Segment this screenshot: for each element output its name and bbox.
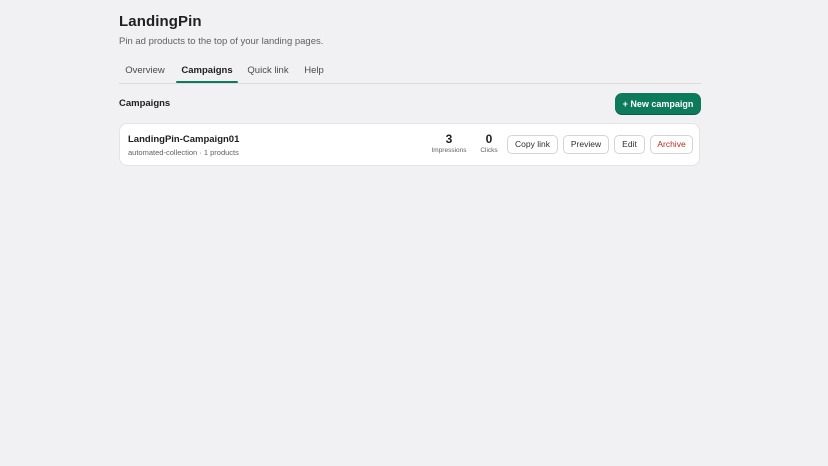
edit-button[interactable]: Edit <box>614 135 645 154</box>
impressions-value: 3 <box>445 132 453 146</box>
archive-button[interactable]: Archive <box>650 135 693 154</box>
impressions-stat: 3 Impressions <box>427 132 471 156</box>
tab-campaigns[interactable]: Campaigns <box>176 59 238 83</box>
app-page: LandingPin Pin ad products to the top of… <box>0 0 828 466</box>
clicks-value: 0 <box>485 132 493 146</box>
new-campaign-button[interactable]: + New campaign <box>615 93 701 115</box>
campaign-meta: automated-collection · 1 products <box>128 148 239 157</box>
app-title: LandingPin <box>119 13 202 30</box>
tab-help[interactable]: Help <box>299 59 329 82</box>
campaigns-heading: Campaigns <box>119 98 171 109</box>
tab-overview[interactable]: Overview <box>119 59 171 82</box>
campaign-card: LandingPin-Campaign01 automated-collecti… <box>119 123 700 166</box>
preview-button[interactable]: Preview <box>563 135 609 154</box>
clicks-stat: 0 Clicks <box>476 132 502 156</box>
copy-link-button[interactable]: Copy link <box>507 135 558 154</box>
tab-bar: Overview Campaigns Quick link Help <box>119 59 701 84</box>
campaign-name: LandingPin-Campaign01 <box>128 134 240 145</box>
tab-quick-link[interactable]: Quick link <box>245 59 291 82</box>
clicks-label: Clicks <box>480 147 498 154</box>
app-subtitle: Pin ad products to the top of your landi… <box>119 36 324 47</box>
impressions-label: Impressions <box>431 147 467 154</box>
